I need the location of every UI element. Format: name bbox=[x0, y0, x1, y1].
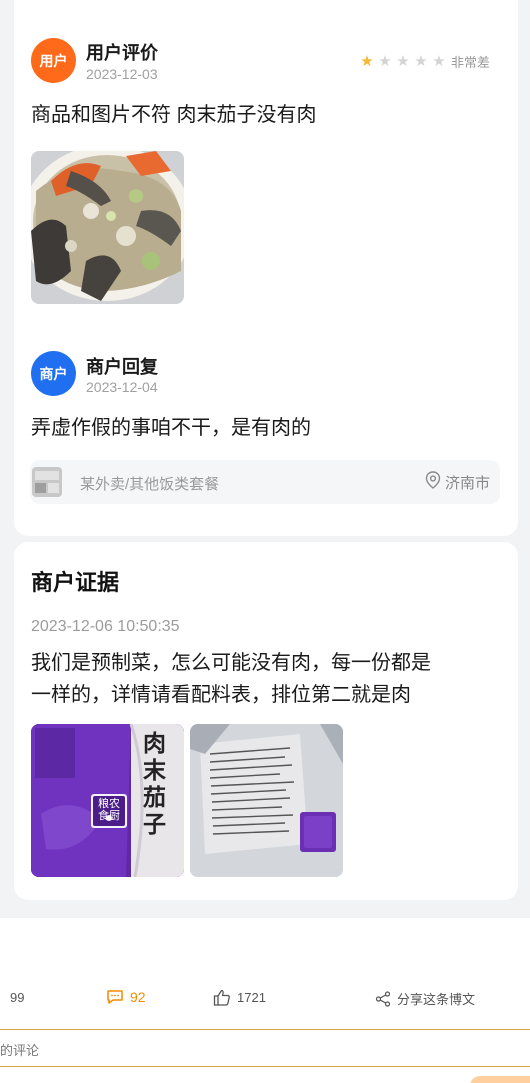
shop-info-bar[interactable]: 某外卖/其他饭类套餐 济南市 bbox=[30, 460, 500, 504]
package-brand-label: 粮农 食厨 bbox=[98, 798, 120, 822]
location: 济南市 bbox=[425, 471, 490, 494]
evidence-time: 2023-12-06 10:50:35 bbox=[31, 618, 180, 635]
reply-date: 2023-12-04 bbox=[86, 379, 158, 395]
repost-count: 99 bbox=[10, 990, 25, 1005]
reply-text: 弄虚作假的事咱不干，是有肉的 bbox=[31, 417, 311, 439]
package-dish-name: 肉末茄子 bbox=[143, 730, 166, 838]
merchant-name: 商户回复 bbox=[86, 357, 158, 377]
star-empty-icon: ★ bbox=[378, 53, 392, 70]
post-action-bar: 99 92 1721 分享这条博文 bbox=[0, 988, 530, 1010]
evidence-photo-ingredients[interactable] bbox=[190, 724, 343, 877]
send-button[interactable] bbox=[470, 1076, 530, 1083]
reviewer-name: 用户评价 bbox=[86, 43, 158, 63]
star-empty-icon: ★ bbox=[432, 53, 446, 70]
repost-button[interactable]: 99 bbox=[10, 990, 24, 1005]
comment-box-bottom-border bbox=[0, 1066, 530, 1067]
star-empty-icon: ★ bbox=[396, 53, 410, 70]
comment-input[interactable]: 的评论 bbox=[0, 1040, 39, 1059]
evidence-title: 商户证据 bbox=[31, 570, 120, 595]
merchant-avatar[interactable]: 商户 bbox=[31, 351, 76, 396]
shop-name: 某外卖/其他饭类套餐 bbox=[80, 476, 220, 493]
share-button[interactable]: 分享这条博文 bbox=[375, 989, 475, 1008]
review-text: 商品和图片不符 肉末茄子没有肉 bbox=[31, 104, 317, 126]
comment-count: 92 bbox=[130, 989, 146, 1005]
evidence-photo-package[interactable]: 肉末茄子 粮农 食厨 bbox=[31, 724, 184, 877]
share-icon bbox=[375, 990, 391, 1007]
comment-button[interactable]: 92 bbox=[106, 989, 146, 1005]
comment-box-top-border bbox=[0, 1029, 530, 1030]
share-label: 分享这条博文 bbox=[397, 992, 476, 1007]
rating-stars: ★ ★ ★ ★ ★ 非常差 bbox=[358, 52, 490, 71]
evidence-text-line-1: 我们是预制菜，怎么可能没有肉，每一份都是 bbox=[31, 652, 431, 674]
location-text: 济南市 bbox=[444, 475, 490, 492]
evidence-text-line-2: 一样的，详情请看配料表，排位第二就是肉 bbox=[31, 684, 411, 706]
review-date: 2023-12-03 bbox=[86, 66, 158, 82]
like-count: 1721 bbox=[237, 990, 266, 1005]
star-filled-icon: ★ bbox=[360, 53, 374, 70]
thumbs-up-icon bbox=[213, 989, 230, 1006]
user-avatar[interactable]: 用户 bbox=[31, 38, 76, 83]
rating-label: 非常差 bbox=[451, 55, 491, 70]
location-pin-icon bbox=[425, 471, 441, 494]
comment-icon bbox=[107, 990, 123, 1004]
star-empty-icon: ★ bbox=[414, 53, 428, 70]
shop-thumbnail-icon bbox=[32, 467, 62, 497]
like-button[interactable]: 1721 bbox=[213, 989, 266, 1006]
review-photo[interactable] bbox=[31, 151, 184, 304]
